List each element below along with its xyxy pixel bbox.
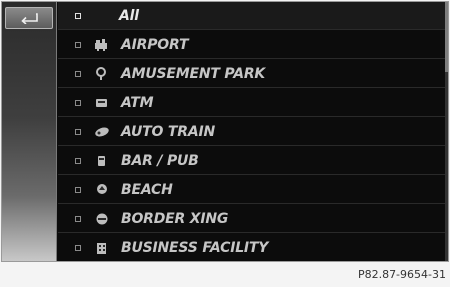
list-item-label: BORDER XING — [121, 210, 229, 227]
checkbox[interactable] — [75, 70, 81, 77]
airport-icon — [93, 38, 111, 52]
list-item[interactable]: BORDER XING — [58, 205, 448, 233]
checkbox[interactable] — [75, 99, 81, 106]
list-item[interactable]: AIRPORT — [58, 31, 448, 59]
list-item-label: BUSINESS FACILITY — [121, 239, 269, 256]
all-checkbox[interactable] — [75, 12, 81, 19]
beach-icon — [93, 183, 111, 197]
business-facility-icon — [93, 241, 111, 255]
list-item[interactable]: BAR / PUB — [58, 147, 448, 175]
list-item[interactable]: BUSINESS FACILITY — [58, 234, 448, 261]
scroll-thumb[interactable] — [445, 2, 448, 72]
list-item-label: AIRPORT — [121, 36, 189, 53]
list-item[interactable]: AUTO TRAIN — [58, 118, 448, 146]
scrollbar[interactable] — [445, 2, 448, 261]
list-item[interactable]: ATM — [58, 89, 448, 117]
amusement-park-icon — [93, 66, 111, 81]
checkbox[interactable] — [75, 215, 81, 222]
checkbox[interactable] — [75, 157, 81, 164]
list-item-label: AUTO TRAIN — [121, 123, 215, 140]
bar-pub-icon — [93, 154, 111, 168]
list-item[interactable]: AMUSEMENT PARK — [58, 60, 448, 88]
poi-category-screen: All AIRPORT AMUSEMENT PARK ATM AUTO TRAI… — [1, 1, 449, 262]
checkbox[interactable] — [75, 244, 81, 251]
category-list: All AIRPORT AMUSEMENT PARK ATM AUTO TRAI… — [58, 2, 448, 261]
list-item[interactable]: BEACH — [58, 176, 448, 204]
list-item-label: ATM — [121, 94, 154, 111]
list-item-label: AMUSEMENT PARK — [121, 65, 266, 82]
back-button[interactable] — [5, 7, 53, 29]
back-arrow-icon — [18, 12, 40, 24]
border-crossing-icon — [93, 212, 111, 226]
list-item-label: BEACH — [121, 181, 173, 198]
checkbox[interactable] — [75, 41, 81, 48]
checkbox[interactable] — [75, 186, 81, 193]
list-item-all[interactable]: All — [58, 2, 448, 30]
atm-icon — [93, 96, 111, 110]
list-item-label: All — [119, 7, 139, 24]
auto-train-icon — [93, 125, 111, 139]
checkbox[interactable] — [75, 128, 81, 135]
list-item-label: BAR / PUB — [121, 152, 199, 169]
figure-caption: P82.87-9654-31 — [357, 268, 446, 281]
side-panel — [2, 2, 57, 261]
